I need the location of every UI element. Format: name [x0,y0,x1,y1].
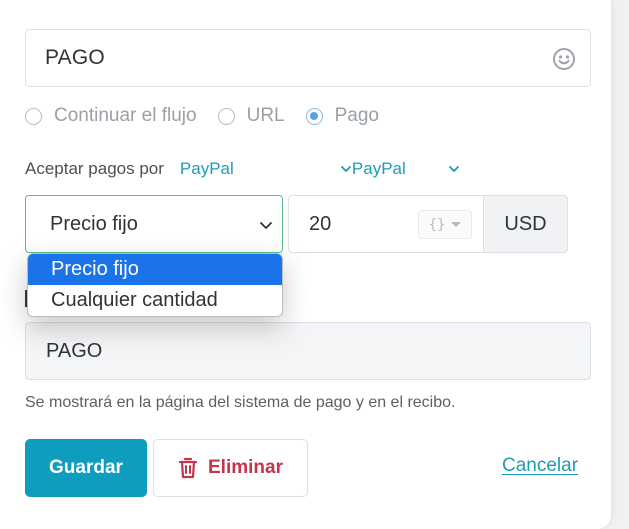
chevron-down-icon [449,166,459,172]
button-text-value: PAGO [45,46,105,69]
dropdown-option-fixed-price[interactable]: Precio fijo [28,254,282,285]
radio-circle-icon[interactable] [25,107,42,125]
button-text-input[interactable]: PAGO [25,29,591,87]
trash-icon [178,457,198,479]
action-type-radio-group: Continuar el flujo URL Pago [25,102,400,130]
account-value: PayPal [351,159,406,178]
payment-account-select[interactable]: PayPal [352,159,460,179]
accept-payments-row: Aceptar pagos por PayPal PayPal [25,156,460,182]
description-value: PAGO [46,339,103,362]
accept-payments-label: Aceptar pagos por [25,159,164,178]
currency-value: USD [504,212,547,235]
price-type-select[interactable]: Precio fijo [25,195,283,253]
provider-value: PayPal [179,159,234,178]
dropdown-option-any-amount[interactable]: Cualquier cantidad [28,285,282,316]
currency-addon: USD [483,195,568,253]
amount-input[interactable]: 20 {} [288,195,484,253]
variable-insert-button[interactable]: {} [418,210,472,239]
cancel-link[interactable]: Cancelar [502,455,578,477]
price-type-value: Precio fijo [50,212,138,235]
description-input[interactable]: PAGO [25,322,591,380]
save-label: Guardar [49,457,123,478]
emoji-icon[interactable] [552,47,576,71]
payment-provider-select[interactable]: PayPal [180,159,352,179]
option-label: Cualquier cantidad [51,289,218,311]
braces-icon: {} [428,216,446,233]
option-label: Precio fijo [51,258,139,280]
radio-continue-flow[interactable]: Continuar el flujo [25,105,197,127]
radio-label: Continuar el flujo [54,105,197,126]
save-button[interactable]: Guardar [25,439,147,497]
description-helper-text: Se mostrará en la página del sistema de … [25,394,456,411]
delete-button[interactable]: Eliminar [153,439,308,497]
price-type-dropdown: Precio fijo Cualquier cantidad [27,253,283,317]
radio-circle-icon[interactable] [217,107,235,125]
payment-button-editor: PAGO Continuar el flujo URL Pago Aceptar… [0,0,611,529]
radio-payment[interactable]: Pago [305,105,379,127]
amount-value: 20 [309,212,332,235]
radio-label: Pago [334,105,379,126]
radio-label: URL [246,105,285,126]
radio-checked-icon[interactable] [305,107,323,125]
delete-label: Eliminar [208,457,283,478]
chevron-down-icon [341,166,351,172]
caret-down-icon [451,222,462,227]
radio-url[interactable]: URL [217,105,285,127]
chevron-down-icon [260,222,272,229]
